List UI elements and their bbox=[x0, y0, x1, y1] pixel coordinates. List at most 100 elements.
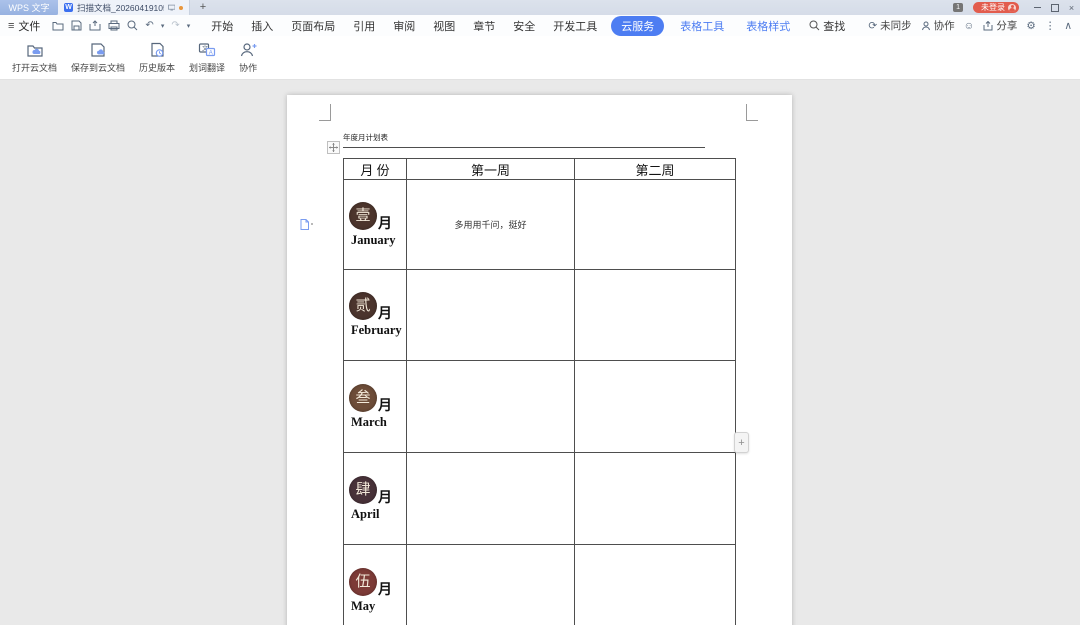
document-canvas[interactable]: 年度月计划表 月 份 第一周 第二周 壹 月 January 多用用千问，挺好 … bbox=[0, 80, 1080, 625]
month-en-label: February bbox=[351, 323, 402, 337]
menu-page-layout[interactable]: 页面布局 bbox=[282, 18, 344, 34]
collapse-ribbon-icon[interactable]: ∧ bbox=[1064, 20, 1072, 32]
sync-icon: ⟳ bbox=[868, 19, 878, 32]
menu-review[interactable]: 审阅 bbox=[384, 18, 424, 34]
week2-cell[interactable] bbox=[574, 269, 736, 361]
avatar-icon bbox=[1008, 3, 1016, 12]
collaborate-label: 协作 bbox=[933, 20, 955, 32]
page-header-title[interactable]: 年度月计划表 bbox=[343, 132, 705, 148]
cloud-service-ribbon: 打开云文档 保存到云文档 历史版本 文A 划词翻译 协作 bbox=[0, 36, 1080, 80]
menu-table-tools[interactable]: 表格工具 bbox=[669, 18, 735, 34]
week1-cell[interactable] bbox=[406, 360, 575, 453]
share-label: 分享 bbox=[996, 20, 1018, 32]
undo-caret-icon[interactable]: ▾ bbox=[161, 22, 165, 30]
print-preview-icon[interactable] bbox=[127, 20, 138, 31]
maximize-button[interactable] bbox=[1046, 0, 1063, 15]
margin-comment-marker[interactable] bbox=[300, 219, 313, 230]
month-cell[interactable]: 肆 月 April bbox=[343, 452, 407, 545]
wps-home-tab[interactable]: WPS 文字 bbox=[0, 0, 58, 15]
month-seal-stamp[interactable]: 贰 bbox=[349, 292, 377, 320]
week2-cell[interactable] bbox=[574, 452, 736, 545]
week1-cell[interactable] bbox=[406, 452, 575, 545]
table-row: 叁 月 March bbox=[343, 360, 736, 453]
file-menu-button[interactable]: ≡ 文件 bbox=[8, 18, 40, 34]
save-to-cloud-button[interactable]: 保存到云文档 bbox=[64, 36, 132, 79]
collaborate-button[interactable]: 协作 bbox=[921, 18, 955, 33]
window-controls: × bbox=[1029, 0, 1080, 15]
word-translate-button[interactable]: 文A 划词翻译 bbox=[182, 36, 232, 79]
menu-dev-tools[interactable]: 开发工具 bbox=[544, 18, 606, 34]
header-month[interactable]: 月 份 bbox=[343, 158, 407, 180]
month-cn-label: 月 bbox=[378, 582, 392, 598]
share-icon bbox=[983, 20, 993, 30]
close-button[interactable]: × bbox=[1063, 0, 1080, 15]
month-seal-stamp[interactable]: 叁 bbox=[349, 383, 377, 412]
login-button[interactable]: 未登录 bbox=[973, 2, 1019, 13]
month-en-label: January bbox=[351, 232, 396, 247]
move-arrows-icon bbox=[329, 143, 338, 152]
menu-section[interactable]: 章节 bbox=[464, 18, 504, 34]
menu-view[interactable]: 视图 bbox=[424, 18, 464, 34]
month-seal-stamp[interactable]: 伍 bbox=[349, 567, 377, 596]
header-week2[interactable]: 第二周 bbox=[574, 158, 736, 180]
history-versions-button[interactable]: 历史版本 bbox=[132, 36, 182, 79]
table-move-handle[interactable] bbox=[327, 141, 340, 154]
more-dots-icon[interactable]: ⋮ bbox=[1045, 20, 1056, 32]
menu-cloud-service-active[interactable]: 云服务 bbox=[611, 15, 665, 36]
history-versions-label: 历史版本 bbox=[139, 62, 176, 73]
titlebar-spacer bbox=[216, 0, 953, 15]
save-icon[interactable] bbox=[71, 20, 82, 31]
print-icon[interactable] bbox=[108, 20, 120, 31]
monitor-icon bbox=[167, 4, 175, 10]
unsaved-dot-icon bbox=[179, 5, 183, 10]
open-cloud-doc-icon bbox=[26, 44, 43, 57]
margin-mark-top-left bbox=[319, 104, 331, 121]
add-column-button[interactable]: + bbox=[734, 432, 749, 453]
titlebar: WPS 文字 W 扫描文档_20260419105606 + 1 未登录 × bbox=[0, 0, 1080, 15]
settings-gear-icon[interactable]: ⚙ bbox=[1026, 20, 1035, 32]
month-cell[interactable]: 壹 月 January bbox=[343, 179, 407, 270]
month-cell[interactable]: 贰 月 February bbox=[343, 269, 407, 361]
menubar-right-cluster: ⟳ 未同步 协作 ☺ 分享 ⚙ ⋮ ∧ bbox=[868, 18, 1072, 33]
week2-cell[interactable] bbox=[574, 179, 736, 270]
week1-cell[interactable] bbox=[406, 269, 575, 361]
month-seal-stamp[interactable]: 壹 bbox=[349, 201, 377, 230]
week2-cell[interactable] bbox=[574, 360, 736, 453]
week1-cell[interactable] bbox=[406, 544, 575, 625]
table-header-row: 月 份 第一周 第二周 bbox=[343, 158, 736, 180]
wps-writer-icon: W bbox=[64, 3, 73, 12]
customize-caret-icon[interactable]: ▾ bbox=[187, 22, 191, 30]
collaborate-tool-button[interactable]: 协作 bbox=[232, 36, 264, 79]
share-button[interactable]: 分享 bbox=[983, 18, 1017, 33]
open-icon[interactable] bbox=[52, 20, 64, 31]
document-tab[interactable]: W 扫描文档_20260419105606 bbox=[58, 0, 190, 15]
notification-badge[interactable]: 1 bbox=[953, 3, 963, 12]
menu-table-style[interactable]: 表格样式 bbox=[735, 18, 801, 34]
table-row: 伍 月 May bbox=[343, 544, 736, 625]
menu-insert[interactable]: 插入 bbox=[242, 18, 282, 34]
find-button[interactable]: 查找 bbox=[801, 18, 853, 34]
open-cloud-doc-button[interactable]: 打开云文档 bbox=[5, 36, 64, 79]
month-cn-label: 月 bbox=[378, 398, 392, 414]
week2-cell[interactable] bbox=[574, 544, 736, 625]
monthly-plan-table[interactable]: 月 份 第一周 第二周 壹 月 January 多用用千问，挺好 贰 月 Feb… bbox=[343, 158, 736, 625]
new-tab-button[interactable]: + bbox=[190, 0, 216, 15]
sync-status[interactable]: ⟳ 未同步 bbox=[868, 18, 911, 33]
feedback-smiley-icon[interactable]: ☺ bbox=[964, 20, 975, 32]
export-icon[interactable] bbox=[89, 20, 101, 31]
week1-cell[interactable]: 多用用千问，挺好 bbox=[406, 179, 575, 270]
menu-home[interactable]: 开始 bbox=[202, 18, 242, 34]
redo-icon[interactable]: ↷ bbox=[171, 20, 179, 31]
menu-references[interactable]: 引用 bbox=[344, 18, 384, 34]
header-week1[interactable]: 第一周 bbox=[406, 158, 575, 180]
minimize-button[interactable] bbox=[1029, 0, 1046, 15]
month-seal-stamp[interactable]: 肆 bbox=[349, 475, 377, 504]
find-label: 查找 bbox=[823, 20, 846, 33]
month-cell[interactable]: 叁 月 March bbox=[343, 360, 407, 453]
undo-icon[interactable]: ↶ bbox=[145, 20, 153, 31]
month-cell[interactable]: 伍 月 May bbox=[343, 544, 407, 625]
file-menu-label: 文件 bbox=[18, 20, 41, 33]
document-page[interactable]: 年度月计划表 月 份 第一周 第二周 壹 月 January 多用用千问，挺好 … bbox=[287, 95, 792, 625]
menu-security[interactable]: 安全 bbox=[504, 18, 544, 34]
margin-mark-top-right bbox=[746, 104, 758, 121]
